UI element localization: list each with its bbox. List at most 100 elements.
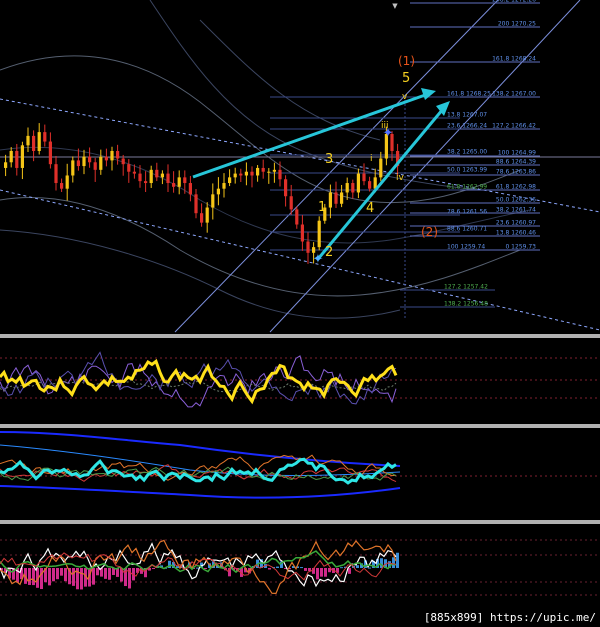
wave-label-2: 2 bbox=[325, 245, 333, 260]
candle-body bbox=[60, 183, 64, 189]
candle-body bbox=[121, 158, 125, 165]
fib-left-label: 13.8 1267.07 bbox=[447, 112, 487, 119]
fib-left-label: 161.8 1268.25 bbox=[447, 91, 491, 98]
wave-label-iv: iv bbox=[396, 173, 405, 183]
candle-body bbox=[93, 162, 97, 170]
fib-right-label: 23.6 1260.97 bbox=[496, 220, 536, 227]
separator-2 bbox=[0, 424, 600, 428]
histo-bar-down bbox=[108, 568, 111, 580]
histo-bar-up bbox=[396, 552, 399, 568]
candle-body bbox=[188, 183, 192, 195]
fib-right-label: 127.2 1266.42 bbox=[492, 123, 536, 130]
candle-body bbox=[351, 183, 355, 193]
wave-label-iii: iii bbox=[381, 121, 389, 131]
watermark-text: [885x899] https://upic.me/ bbox=[423, 611, 596, 624]
candle-body bbox=[65, 175, 69, 189]
candle-body bbox=[250, 171, 254, 176]
candle-body bbox=[306, 241, 310, 253]
candle-body bbox=[54, 164, 58, 184]
candle-body bbox=[155, 169, 159, 178]
candle-body bbox=[300, 224, 304, 242]
wave-label-3: 3 bbox=[325, 152, 333, 167]
histo-bar-down bbox=[104, 568, 107, 579]
histo-bar-down bbox=[348, 568, 351, 574]
fib-left-label: 100 1259.74 bbox=[447, 244, 485, 251]
fib-left-label: 23.6 1266.24 bbox=[447, 123, 487, 130]
candle-body bbox=[261, 167, 265, 172]
candle-body bbox=[228, 177, 232, 184]
candle-body bbox=[340, 192, 344, 204]
histo-bar-down bbox=[124, 568, 127, 587]
candle-body bbox=[379, 158, 383, 178]
candle-body bbox=[110, 150, 114, 161]
fib-right-label: 200 1270.25 bbox=[498, 21, 536, 28]
candle-body bbox=[9, 150, 13, 163]
candle-body bbox=[267, 171, 271, 173]
candle-body bbox=[172, 183, 176, 187]
candle-body bbox=[127, 164, 131, 172]
candle-body bbox=[20, 145, 24, 168]
wave-label-i: i bbox=[370, 154, 373, 164]
fib-low-label: 138.2 1256.48 bbox=[444, 301, 488, 308]
candle-body bbox=[37, 132, 41, 151]
candle-body bbox=[132, 171, 136, 174]
fib-right-label: 61.8 1262.98 bbox=[496, 184, 536, 191]
candle-body bbox=[244, 171, 248, 176]
fib-right-label: 88.6 1264.39 bbox=[496, 159, 536, 166]
candle-body bbox=[356, 173, 360, 193]
fib-left-label: 38.2 1265.00 bbox=[447, 149, 487, 156]
candle-body bbox=[48, 141, 52, 165]
candle-body bbox=[334, 192, 338, 204]
candle-body bbox=[88, 156, 92, 163]
candle-body bbox=[32, 135, 36, 151]
histo-bar-down bbox=[52, 568, 55, 582]
fib-left-label: 88.6 1260.71 bbox=[447, 226, 487, 233]
candle-body bbox=[194, 194, 198, 214]
fib-right-label: 13.8 1260.46 bbox=[496, 230, 536, 237]
candle-body bbox=[15, 150, 19, 168]
candle-body bbox=[104, 156, 108, 161]
candle-body bbox=[216, 188, 220, 195]
candle-body bbox=[222, 183, 226, 189]
candle-body bbox=[205, 207, 209, 223]
candle-body bbox=[99, 156, 103, 170]
histo-bar-down bbox=[72, 568, 75, 586]
candle-body bbox=[4, 162, 8, 168]
fib-low-label: 127.2 1257.42 bbox=[444, 284, 488, 291]
candle-body bbox=[368, 181, 372, 189]
histo-bar-down bbox=[64, 568, 67, 582]
candle-body bbox=[295, 209, 299, 225]
fib-left-label: 61.8 1262.99 bbox=[447, 184, 487, 191]
histo-bar-down bbox=[40, 568, 43, 590]
top-arrow-icon: ▼ bbox=[392, 2, 398, 10]
fib-right-label: 78.6 1263.86 bbox=[496, 169, 536, 176]
fib-right-label: 100 1264.99 bbox=[498, 150, 536, 157]
histo-bar-down bbox=[308, 568, 311, 571]
histo-bar-down bbox=[28, 568, 31, 585]
wave-label-1: 1 bbox=[318, 200, 326, 215]
candle-body bbox=[284, 179, 288, 197]
histo-bar-down bbox=[96, 568, 99, 576]
wave-label-deg1: (1) bbox=[398, 54, 415, 68]
candle-body bbox=[144, 181, 148, 184]
histo-bar-down bbox=[324, 568, 327, 577]
histo-bar-up bbox=[276, 566, 279, 568]
candle-body bbox=[345, 183, 349, 193]
candle-body bbox=[26, 135, 30, 146]
candle-body bbox=[317, 220, 321, 248]
wave-label-deg2: (2) bbox=[421, 225, 438, 239]
histo-bar-down bbox=[204, 568, 207, 569]
histo-bar-down bbox=[320, 568, 323, 577]
histo-bar-down bbox=[268, 568, 271, 570]
separator-1 bbox=[0, 334, 600, 338]
candle-body bbox=[278, 169, 282, 180]
histo-bar-up bbox=[392, 557, 395, 568]
wave-label-4: 4 bbox=[366, 201, 374, 216]
candle-body bbox=[328, 192, 332, 208]
fib-left-label: 50.0 1263.99 bbox=[447, 167, 487, 174]
candle-body bbox=[272, 169, 276, 172]
histo-bar-down bbox=[92, 568, 95, 585]
candle-body bbox=[149, 169, 153, 184]
candle-body bbox=[239, 173, 243, 176]
candle-body bbox=[177, 177, 181, 187]
